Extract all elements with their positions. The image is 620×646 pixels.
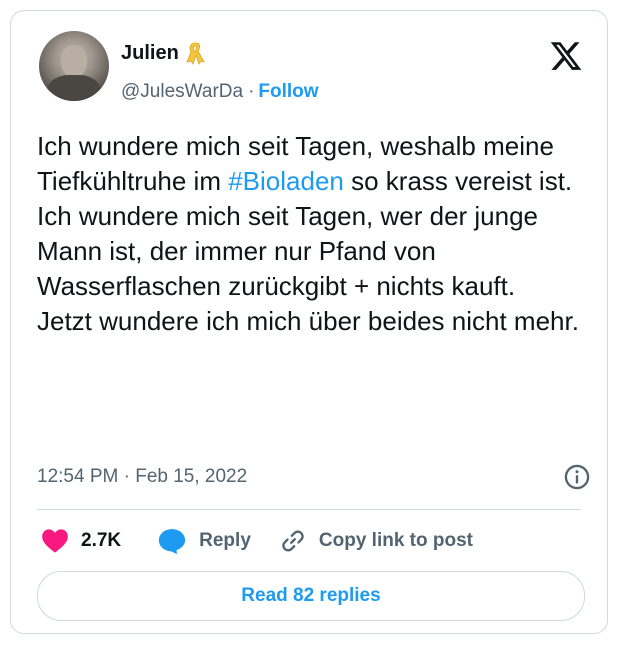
like-count: 2.7K (81, 530, 122, 551)
avatar-face (61, 45, 87, 77)
tweet-meta-row: 12:54 PM · Feb 15, 2022 (37, 463, 591, 491)
avatar[interactable] (39, 31, 109, 101)
timestamp[interactable]: 12:54 PM · Feb 15, 2022 (37, 466, 247, 488)
x-logo-icon[interactable] (549, 39, 583, 73)
tweet-text: Ich wundere mich seit Tagen, weshalb mei… (37, 129, 597, 339)
read-replies-button[interactable]: Read 82 replies (37, 571, 585, 621)
divider (37, 509, 581, 510)
like-button[interactable]: 2.7K (41, 528, 121, 554)
speech-bubble-icon (157, 527, 187, 555)
separator-dot: · (248, 81, 255, 102)
hashtag-link[interactable]: #Bioladen (228, 166, 344, 196)
tweet-text-after-hashtag: so krass vereist ist. (343, 166, 573, 196)
link-icon (279, 527, 307, 555)
tweet-card: Julien @JulesWarDa · Follow Ich wundere … (10, 10, 608, 634)
info-icon[interactable] (563, 463, 591, 491)
copy-link-button[interactable]: Copy link to post (279, 527, 473, 555)
avatar-body (47, 75, 101, 101)
reply-label: Reply (199, 530, 251, 551)
author-handle-row: @JulesWarDa · Follow (121, 81, 319, 103)
tweet-line-3: Jetzt wundere ich mich über beides nicht… (37, 306, 579, 336)
heart-icon (41, 528, 69, 554)
author-handle[interactable]: @JulesWarDa (121, 81, 243, 103)
action-bar: 2.7K Reply Copy link to post (41, 527, 473, 555)
tweet-line-1: Ich wundere mich seit Tagen, weshalb mei… (37, 129, 597, 199)
author-name-row: Julien (121, 41, 205, 65)
reply-button[interactable]: Reply (157, 527, 251, 555)
copy-link-label: Copy link to post (318, 530, 473, 551)
yellow-ribbon-icon (185, 41, 205, 65)
tweet-line-2: Ich wundere mich seit Tagen, wer der jun… (37, 201, 539, 301)
follow-button[interactable]: Follow (258, 81, 318, 103)
author-name[interactable]: Julien (121, 42, 179, 65)
